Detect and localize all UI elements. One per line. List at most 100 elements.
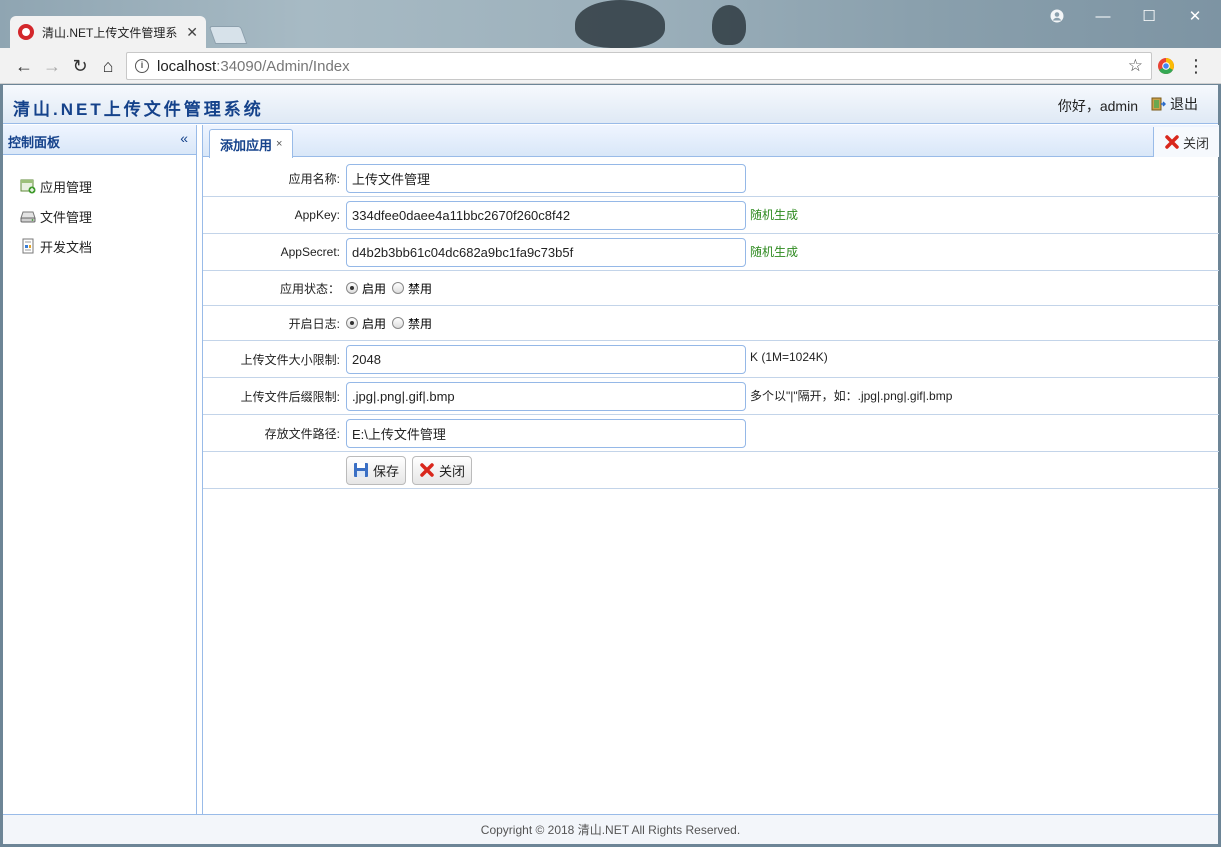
app-title: 清山.NET上传文件管理系统 xyxy=(13,100,264,119)
radio-dot-icon xyxy=(392,317,405,329)
appkey-generate-hint: 随机生成 xyxy=(750,208,799,222)
status-disable-radio[interactable]: 禁用 xyxy=(392,280,432,297)
extension-icon[interactable] xyxy=(1154,54,1178,78)
content-tabs: 添加应用 × 关闭 xyxy=(203,125,1219,158)
browser-tab-title: 清山.NET上传文件管理系 xyxy=(42,25,178,40)
storage-path-input[interactable] xyxy=(346,418,746,448)
user-greeting: 你好，admin xyxy=(1057,98,1138,114)
radio-label: 禁用 xyxy=(408,281,433,296)
form-row-extension-limit: 上传文件后缀限制: 多个以"|"隔开，如：.jpg|.png|.gif|.bmp xyxy=(203,378,1219,415)
size-limit-label: 上传文件大小限制: xyxy=(240,352,340,367)
back-arrow-icon[interactable]: ← xyxy=(12,54,36,78)
collapse-double-chevron-icon[interactable]: « xyxy=(180,130,188,146)
drive-icon xyxy=(20,208,36,224)
tab-label: 添加应用 xyxy=(220,137,273,153)
close-label: 关闭 xyxy=(439,463,466,479)
red-x-icon xyxy=(1165,135,1179,149)
status-enable-radio[interactable]: 启用 xyxy=(346,280,386,297)
log-disable-radio[interactable]: 禁用 xyxy=(392,315,432,332)
app-window: 清山.NET上传文件管理系统 你好，admin 退出 控制面板 « 应用管理 文… xyxy=(3,85,1219,844)
sidebar-item-dev-docs[interactable]: 开发文档 xyxy=(3,231,196,261)
form-row-appsecret: AppSecret: 随机生成 xyxy=(203,234,1219,271)
exit-door-icon xyxy=(1150,96,1167,112)
bookmark-star-icon[interactable]: ☆ xyxy=(1128,56,1143,76)
red-x-icon xyxy=(419,462,435,478)
sidebar-menu: 应用管理 文件管理 开发文档 xyxy=(3,155,196,261)
extension-limit-label: 上传文件后缀限制: xyxy=(240,389,340,404)
app-add-icon xyxy=(20,178,36,194)
background-figure-decoration xyxy=(712,5,746,45)
save-button[interactable]: 保存 xyxy=(346,455,407,485)
document-icon xyxy=(20,238,36,254)
close-tab-label: 关闭 xyxy=(1182,135,1209,151)
profile-icon[interactable] xyxy=(1034,4,1080,28)
minimize-icon[interactable]: — xyxy=(1080,4,1126,28)
log-enable-radio[interactable]: 启用 xyxy=(346,315,386,332)
form-row-appkey: AppKey: 随机生成 xyxy=(203,197,1219,234)
browser-toolbar: ← → ↻ ⌂ i localhost:34090/Admin/Index ☆ … xyxy=(0,48,1221,84)
url-text: localhost:34090/Admin/Index xyxy=(157,57,350,75)
app-name-input[interactable] xyxy=(346,163,746,193)
extension-limit-hint: 多个以"|"隔开，如：.jpg|.png|.gif|.bmp xyxy=(750,389,953,403)
floppy-disk-icon xyxy=(353,462,369,478)
sidebar-item-label: 文件管理 xyxy=(40,209,93,225)
app-header: 清山.NET上传文件管理系统 你好，admin 退出 xyxy=(3,85,1218,124)
site-favicon-icon xyxy=(18,24,34,40)
appsecret-input[interactable] xyxy=(346,237,746,267)
tab-add-app[interactable]: 添加应用 × xyxy=(209,129,294,158)
size-limit-input[interactable] xyxy=(346,344,746,374)
radio-label: 启用 xyxy=(362,281,387,296)
logout-button[interactable]: 退出 xyxy=(1150,94,1198,114)
appkey-input[interactable] xyxy=(346,200,746,230)
app-name-label: 应用名称: xyxy=(288,171,340,186)
home-icon[interactable]: ⌂ xyxy=(96,54,120,78)
sidebar-title: 控制面板 xyxy=(8,135,61,150)
sidebar-header: 控制面板 « xyxy=(3,125,196,155)
radio-dot-icon xyxy=(346,282,358,294)
background-owl-decoration xyxy=(575,0,665,48)
form-row-status: 应用状态： 启用 禁用 xyxy=(203,271,1219,306)
appkey-label: AppKey: xyxy=(294,208,340,222)
form-row-log: 开启日志: 启用 禁用 xyxy=(203,306,1219,341)
radio-dot-icon xyxy=(346,317,358,329)
browser-menu-icon[interactable]: ⋮ xyxy=(1184,54,1208,78)
logout-label: 退出 xyxy=(1170,96,1198,112)
appsecret-generate-hint: 随机生成 xyxy=(750,245,799,259)
address-bar[interactable]: i localhost:34090/Admin/Index ☆ xyxy=(126,52,1152,80)
new-tab-button[interactable] xyxy=(208,26,248,44)
status-label: 应用状态： xyxy=(279,281,340,296)
save-label: 保存 xyxy=(373,463,400,479)
footer: Copyright © 2018 清山.NET All Rights Reser… xyxy=(3,814,1218,844)
copyright-text: Copyright © 2018 清山.NET All Rights Reser… xyxy=(480,823,741,837)
sidebar-item-label: 应用管理 xyxy=(40,179,93,195)
log-label: 开启日志: xyxy=(288,316,340,331)
browser-titlebar: 清山.NET上传文件管理系 ✕ — ☐ ✕ xyxy=(0,0,1221,48)
form-row-app-name: 应用名称: xyxy=(203,160,1219,197)
forward-arrow-icon[interactable]: → xyxy=(40,54,64,78)
sidebar-item-app-management[interactable]: 应用管理 xyxy=(3,171,196,201)
sidebar: 控制面板 « 应用管理 文件管理 开发文档 xyxy=(3,125,197,814)
appsecret-label: AppSecret: xyxy=(280,245,340,259)
add-app-form: 应用名称: AppKey: 随机生成 AppSecret: 随机生成 应用状态：… xyxy=(203,160,1219,489)
size-limit-hint: K (1M=1024K) xyxy=(750,350,828,364)
tab-close-icon[interactable]: ✕ xyxy=(186,24,198,41)
main-panel: 添加应用 × 关闭 应用名称: AppKey: 随机生成 AppSecret: … xyxy=(202,125,1219,814)
maximize-icon[interactable]: ☐ xyxy=(1126,4,1172,28)
tab-close-icon[interactable]: × xyxy=(276,138,282,150)
form-row-storage-path: 存放文件路径: xyxy=(203,415,1219,452)
form-row-size-limit: 上传文件大小限制: K (1M=1024K) xyxy=(203,341,1219,378)
sidebar-item-file-management[interactable]: 文件管理 xyxy=(3,201,196,231)
radio-dot-icon xyxy=(392,282,405,294)
close-tab-button[interactable]: 关闭 xyxy=(1153,127,1219,157)
close-window-icon[interactable]: ✕ xyxy=(1172,4,1218,28)
radio-label: 启用 xyxy=(362,316,387,331)
close-button[interactable]: 关闭 xyxy=(412,455,473,485)
browser-tab[interactable]: 清山.NET上传文件管理系 ✕ xyxy=(10,16,206,48)
reload-icon[interactable]: ↻ xyxy=(68,54,92,78)
storage-path-label: 存放文件路径: xyxy=(264,426,340,441)
extension-limit-input[interactable] xyxy=(346,381,746,411)
form-row-actions: 保存 关闭 xyxy=(203,452,1219,489)
sidebar-item-label: 开发文档 xyxy=(40,239,93,255)
radio-label: 禁用 xyxy=(408,316,433,331)
site-info-icon[interactable]: i xyxy=(135,59,149,73)
